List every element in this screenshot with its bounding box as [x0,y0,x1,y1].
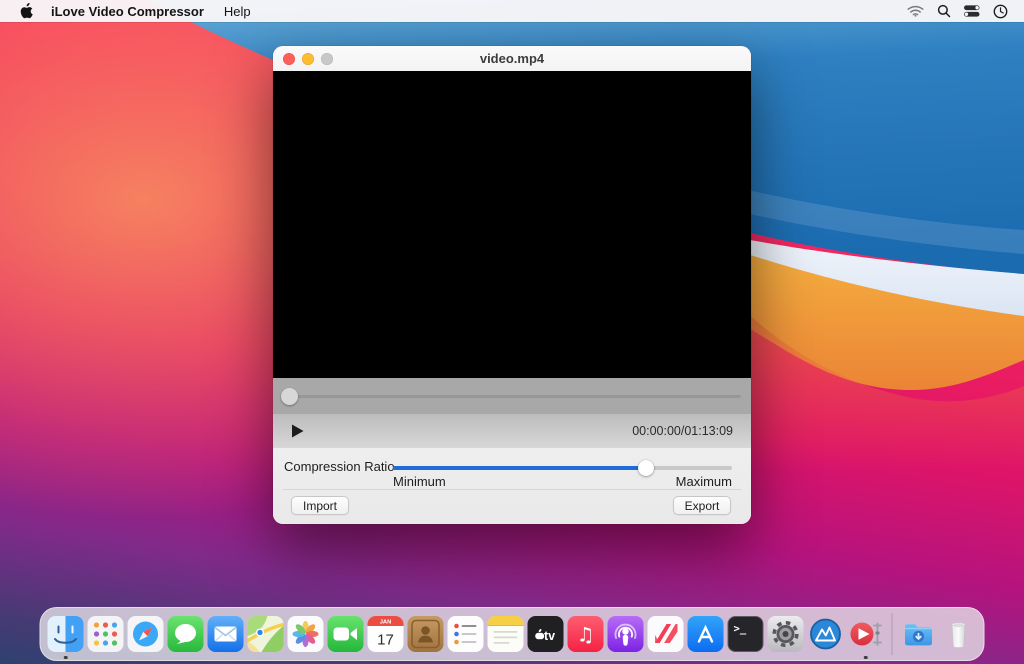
dock-item-maps[interactable] [248,616,284,652]
compression-ratio-label: Compression Ratio [284,459,395,474]
time-display: 00:00:00/01:13:09 [632,424,733,438]
control-center-icon[interactable] [964,5,980,17]
dock-item-mail[interactable] [208,616,244,652]
dock-item-notes[interactable] [488,616,524,652]
dock-item-facetime[interactable] [328,616,364,652]
dock-separator [892,613,893,655]
compression-panel: Compression Ratio Minimum Maximum Import… [273,448,751,524]
dock-item-mountains-app[interactable] [808,616,844,652]
dock-item-contacts[interactable] [408,616,444,652]
svg-text:♫: ♫ [577,623,595,647]
svg-text:17: 17 [377,632,394,649]
slider-range-labels: Minimum Maximum [393,474,732,489]
dock-item-ilove-video-compressor[interactable] [848,616,884,652]
menu-app-name[interactable]: iLove Video Compressor [51,4,204,19]
video-preview [273,71,751,378]
dock-item-app-store[interactable] [688,616,724,652]
import-button[interactable]: Import [291,496,349,515]
transport-bar: 00:00:00/01:13:09 [273,414,751,448]
running-indicator [64,656,68,660]
dock-item-calendar[interactable]: JAN 17 [368,616,404,652]
seek-track[interactable] [283,395,741,398]
svg-text:tv: tv [544,629,555,643]
search-icon[interactable] [937,4,951,18]
dock-item-music[interactable]: ♫ [568,616,604,652]
running-indicator [864,656,868,660]
menu-help[interactable]: Help [224,4,251,19]
minimum-label: Minimum [393,474,446,489]
dock-item-safari[interactable] [128,616,164,652]
svg-text:JAN: JAN [380,620,392,626]
dock-item-system-preferences[interactable] [768,616,804,652]
maximum-label: Maximum [676,474,732,489]
wifi-icon[interactable] [907,5,924,17]
apple-menu-icon[interactable] [20,3,33,19]
dock-item-news[interactable] [648,616,684,652]
dock-item-apple-tv[interactable]: tv [528,616,564,652]
dock: JAN 17 tv ♫ >_ [40,607,985,661]
dock-item-reminders[interactable] [448,616,484,652]
window-titlebar[interactable]: video.mp4 [273,46,751,71]
dock-item-photos[interactable] [288,616,324,652]
seek-thumb[interactable] [281,388,298,405]
svg-text:>_: >_ [734,623,747,635]
dock-item-launchpad[interactable] [88,616,124,652]
window-title: video.mp4 [273,46,751,71]
panel-divider [283,489,741,490]
menu-bar: iLove Video Compressor Help [0,0,1024,22]
dock-item-podcasts[interactable] [608,616,644,652]
seek-bar[interactable] [273,378,751,414]
video-compressor-window: video.mp4 00:00:00/01:13:09 Compression … [273,46,751,524]
dock-item-downloads[interactable] [901,616,937,652]
compression-slider-fill [393,466,646,470]
play-button[interactable] [291,424,304,438]
dock-item-terminal[interactable]: >_ [728,616,764,652]
dock-item-messages[interactable] [168,616,204,652]
dock-item-trash[interactable] [941,616,977,652]
export-button[interactable]: Export [673,496,731,515]
desktop: iLove Video Compressor Help vide [0,0,1024,664]
dock-item-finder[interactable] [48,616,84,652]
clock-icon[interactable] [993,4,1008,19]
